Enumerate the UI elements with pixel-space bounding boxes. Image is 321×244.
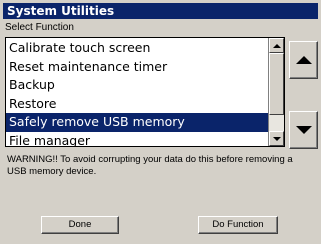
function-list: Calibrate touch screen Reset maintenance… <box>6 39 269 147</box>
triangle-up-icon <box>272 43 281 48</box>
list-item-calibrate-touch-screen[interactable]: Calibrate touch screen <box>6 39 269 58</box>
triangle-down-icon <box>295 126 312 134</box>
select-function-label: Select Function <box>5 22 74 33</box>
scrollbar-thumb[interactable] <box>269 53 284 115</box>
move-up-button[interactable] <box>289 41 318 79</box>
warning-text: WARNING!! To avoid corrupting your data … <box>7 154 293 177</box>
scrollbar-up-button[interactable] <box>269 38 284 53</box>
do-function-button[interactable]: Do Function <box>198 216 278 234</box>
triangle-up-icon <box>295 56 312 64</box>
triangle-down-icon <box>272 136 281 141</box>
function-listbox[interactable]: Calibrate touch screen Reset maintenance… <box>5 37 285 147</box>
list-item-restore[interactable]: Restore <box>6 95 269 114</box>
scrollbar-down-button[interactable] <box>269 131 284 146</box>
window-title: System Utilities <box>3 3 318 19</box>
list-item-file-manager[interactable]: File manager <box>6 132 269 147</box>
system-utilities-dialog: System Utilities Select Function Calibra… <box>0 0 321 244</box>
move-down-button[interactable] <box>289 111 318 149</box>
done-button[interactable]: Done <box>41 216 119 234</box>
list-scrollbar[interactable] <box>268 38 284 146</box>
list-item-reset-maintenance-timer[interactable]: Reset maintenance timer <box>6 58 269 77</box>
list-item-safely-remove-usb[interactable]: Safely remove USB memory <box>6 113 269 132</box>
list-item-backup[interactable]: Backup <box>6 76 269 95</box>
